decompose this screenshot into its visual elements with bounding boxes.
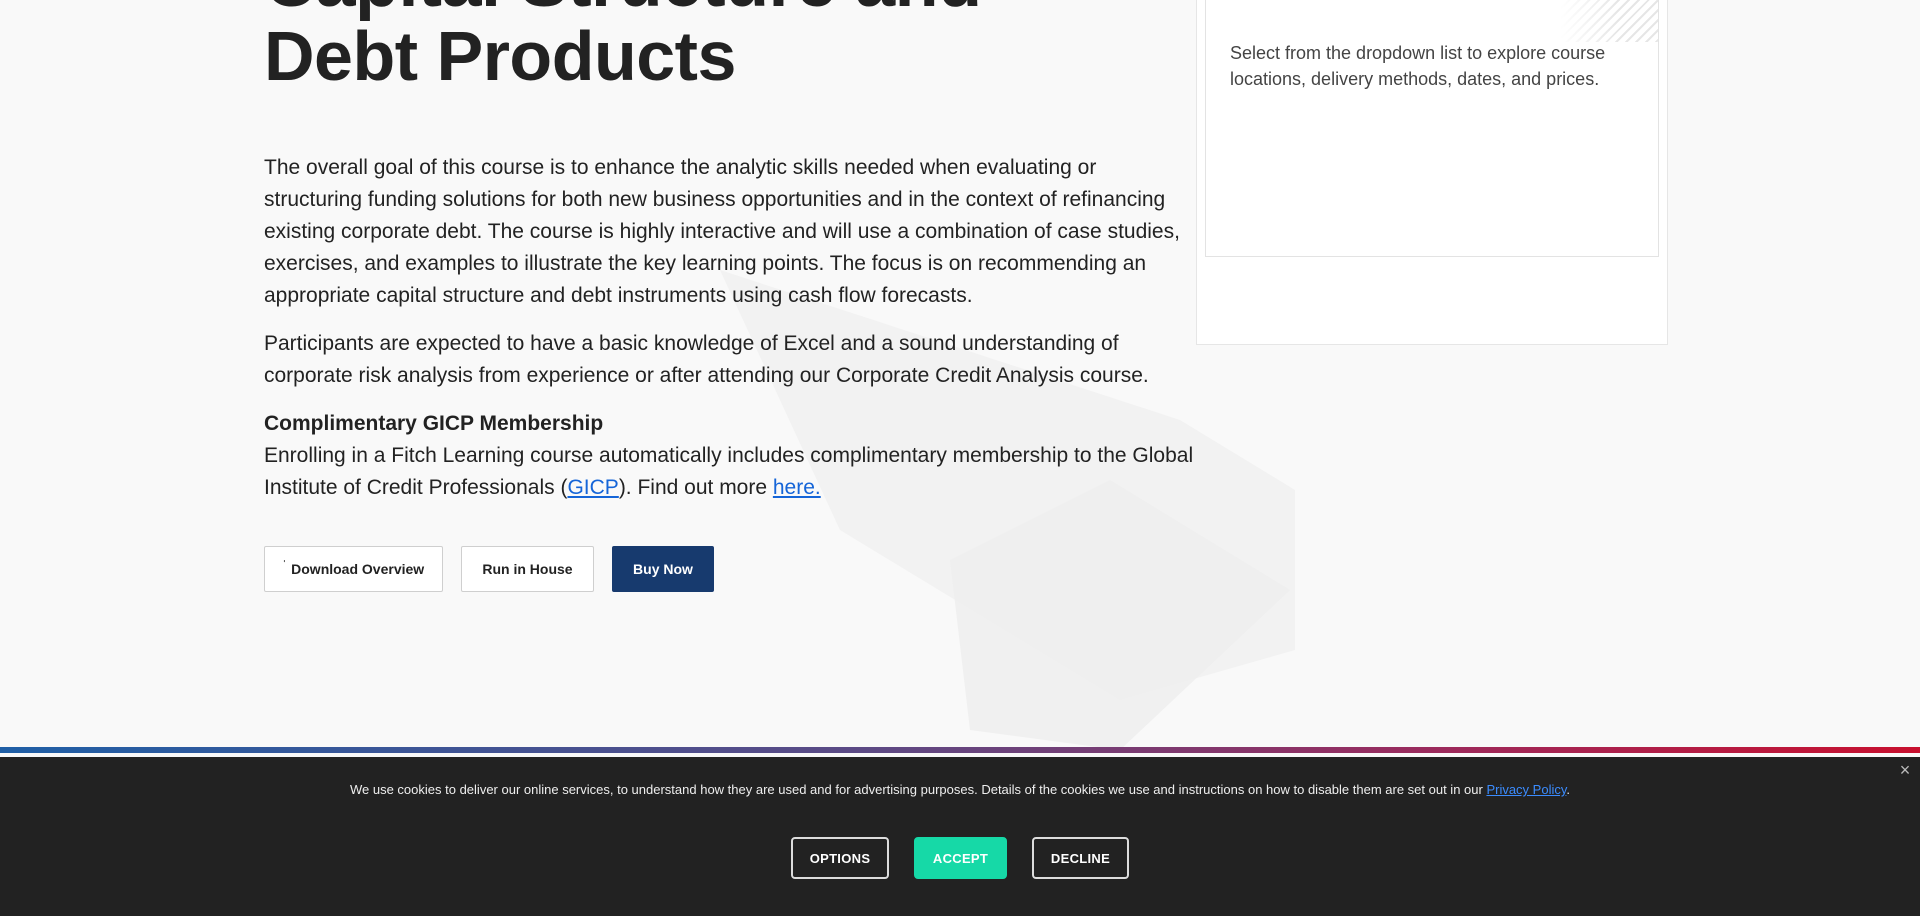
course-prerequisites: Participants are expected to have a basi…	[264, 332, 1149, 387]
run-in-house-label: Run in House	[482, 561, 573, 577]
cookie-message-end: .	[1566, 782, 1571, 797]
privacy-policy-link[interactable]: Privacy Policy	[1486, 782, 1566, 797]
gicp-link[interactable]: GICP	[567, 476, 618, 499]
card-hatch-decoration	[1560, 0, 1658, 42]
membership-text-middle: ). Find out more	[618, 476, 773, 499]
download-icon: ʿ	[282, 559, 287, 571]
buy-now-button[interactable]: Buy Now	[612, 546, 714, 592]
cookie-message-text: We use cookies to deliver our online ser…	[349, 782, 1487, 797]
close-icon[interactable]: ×	[1896, 761, 1914, 779]
cookie-message: We use cookies to deliver our online ser…	[0, 781, 1920, 799]
download-overview-button[interactable]: ʿ Download Overview	[264, 546, 443, 592]
download-overview-label: Download Overview	[291, 561, 425, 577]
find-out-more-link[interactable]: here.	[773, 476, 821, 499]
cookie-accept-label: ACCEPT	[932, 850, 989, 866]
cookie-options-label: OPTIONS	[809, 850, 871, 866]
run-in-house-button[interactable]: Run in House	[461, 546, 594, 592]
course-title-partial: Capital Structure and	[264, 0, 982, 18]
cookie-options-button[interactable]: OPTIONS	[791, 837, 889, 879]
membership-text: Enrolling in a Fitch Learning course aut…	[264, 440, 1194, 504]
cookie-accept-button[interactable]: ACCEPT	[914, 837, 1007, 879]
membership-heading: Complimentary GICP Membership	[264, 412, 604, 435]
buy-now-label: Buy Now	[633, 561, 693, 577]
course-page: Capital Structure and Debt Products The …	[0, 0, 1920, 916]
brand-gradient-stripe	[0, 747, 1920, 753]
cookie-decline-label: DECLINE	[1050, 850, 1111, 866]
cookie-decline-button[interactable]: DECLINE	[1032, 837, 1129, 879]
dropdown-helper-text: Select from the dropdown list to explore…	[1230, 43, 1606, 89]
course-description: The overall goal of this course is to en…	[264, 156, 1180, 307]
course-title: Debt Products	[264, 17, 736, 95]
